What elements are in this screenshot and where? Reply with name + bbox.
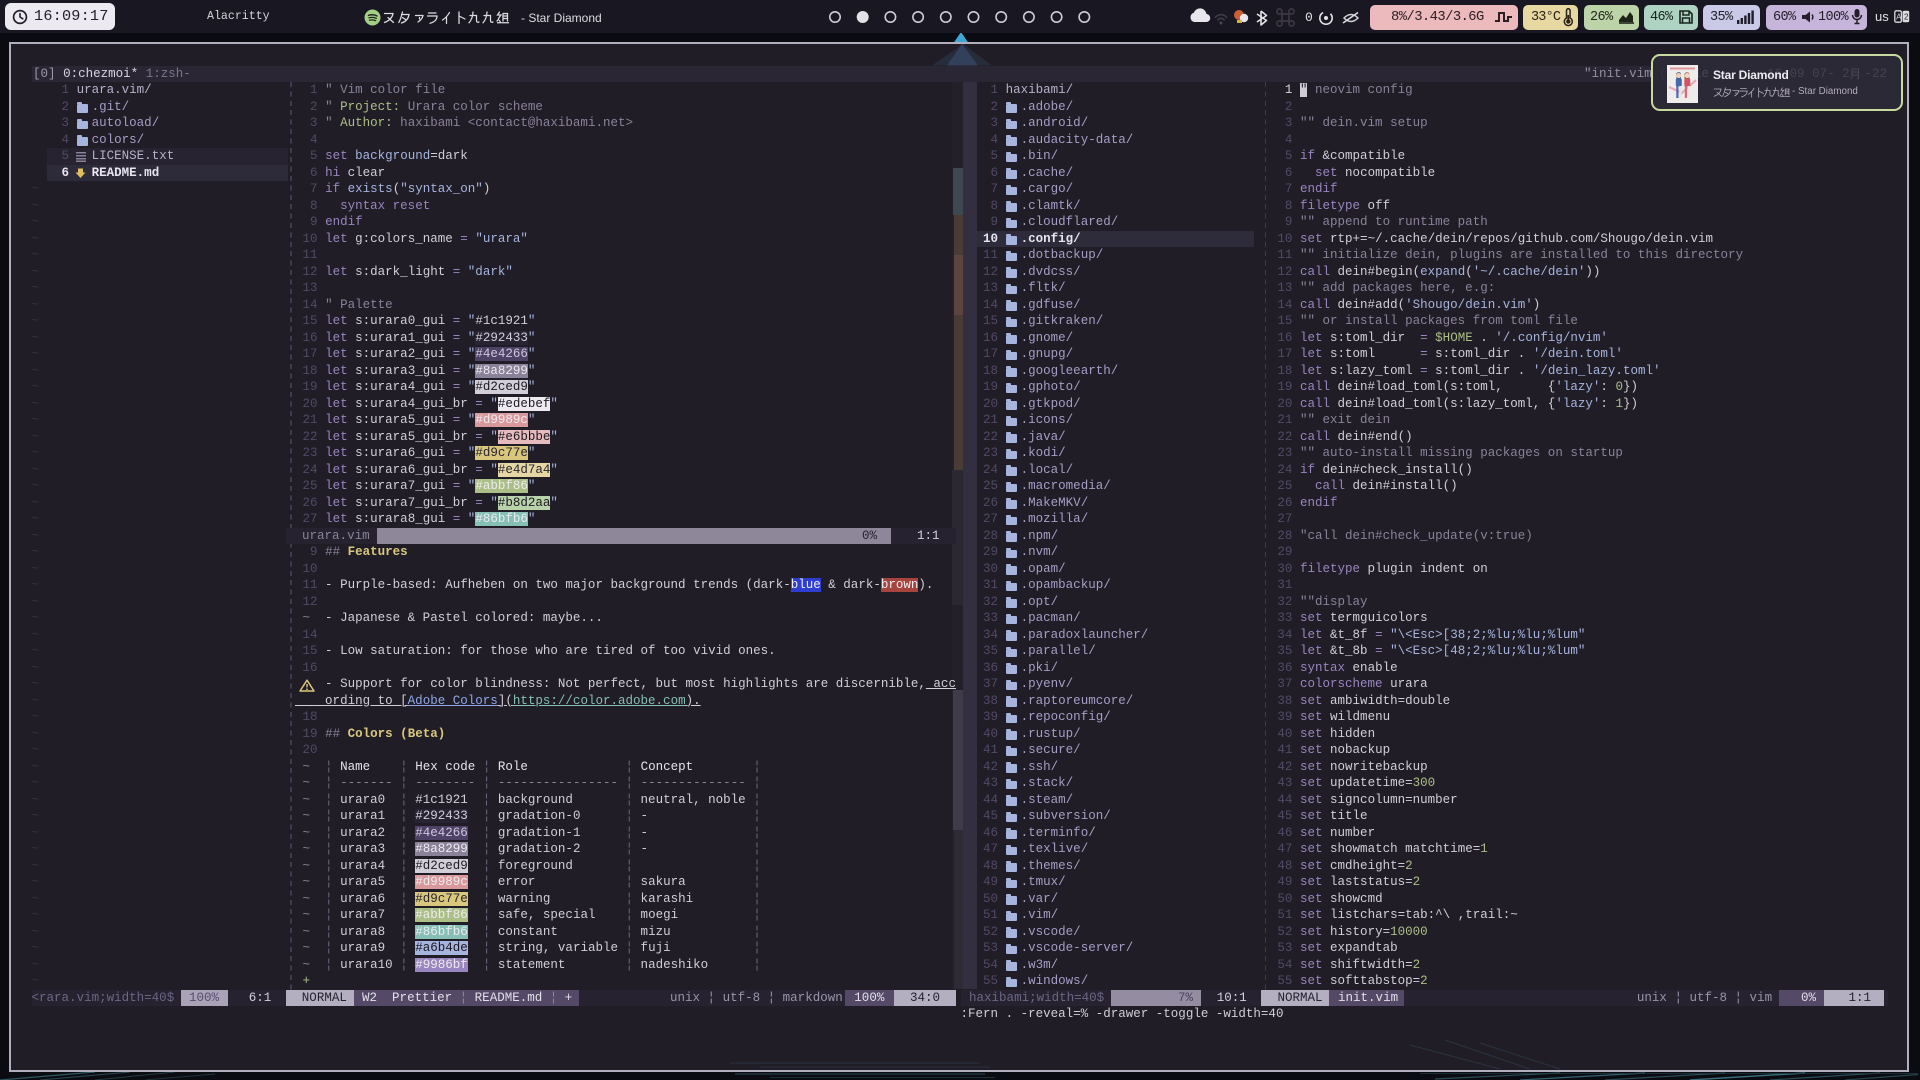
- svg-text:A: A: [1896, 13, 1902, 22]
- svg-text:2: 2: [1904, 13, 1909, 22]
